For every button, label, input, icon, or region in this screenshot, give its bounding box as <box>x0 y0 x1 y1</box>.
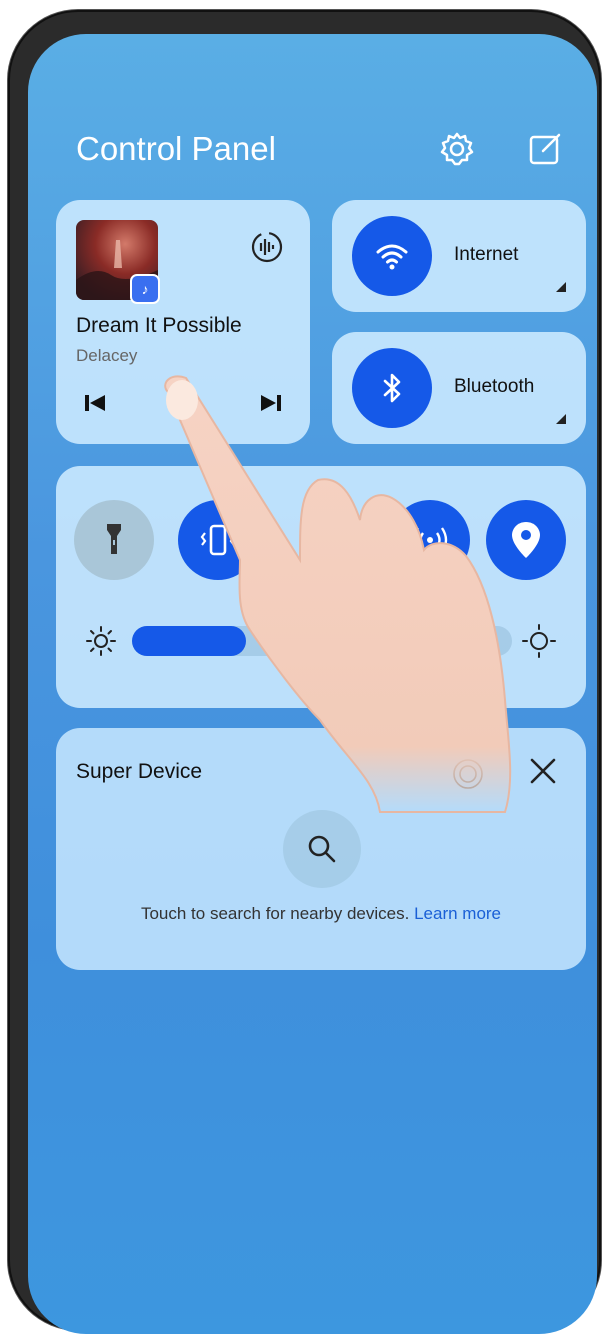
location-icon <box>512 522 540 558</box>
wifi-icon <box>376 244 408 270</box>
tile-bluetooth[interactable]: Bluetooth <box>332 332 586 444</box>
super-device-title: Super Device <box>76 760 203 783</box>
brightness-slider[interactable] <box>132 626 512 656</box>
expand-arrow-icon[interactable] <box>556 282 566 292</box>
tile-label-internet: Internet <box>454 244 519 265</box>
next-track-icon[interactable] <box>256 388 286 418</box>
play-pause-icon[interactable] <box>168 388 198 418</box>
super-device-card: Super Device Touch to search for nearby … <box>56 728 586 970</box>
brightness-low-icon <box>86 626 116 656</box>
edit-icon[interactable] <box>526 130 564 168</box>
page-title: Control Panel <box>76 130 276 167</box>
media-card[interactable]: ♪ Dream It Possible Delacey <box>56 200 310 444</box>
quick-toggles-card <box>56 466 586 708</box>
close-icon[interactable] <box>526 754 560 788</box>
audio-output-icon[interactable] <box>250 230 284 264</box>
expand-arrow-icon[interactable] <box>556 414 566 424</box>
vibrate-icon <box>200 524 236 556</box>
bluetooth-icon <box>383 373 401 403</box>
vibrate-toggle[interactable] <box>178 500 258 580</box>
search-hint: Touch to search for nearby devices. Lear… <box>56 904 586 924</box>
gear-icon[interactable] <box>438 130 476 168</box>
flashlight-toggle[interactable] <box>74 500 154 580</box>
song-title: Dream It Possible <box>76 314 242 337</box>
device-search-button[interactable] <box>283 810 361 888</box>
search-hint-text: Touch to search for nearby devices. <box>140 904 410 923</box>
previous-track-icon[interactable] <box>80 388 110 418</box>
music-app-icon: ♪ <box>130 274 160 304</box>
learn-more-link[interactable]: Learn more <box>414 904 501 923</box>
song-artist: Delacey <box>76 346 138 365</box>
hotspot-icon <box>412 527 448 553</box>
location-toggle[interactable] <box>486 500 566 580</box>
hotspot-toggle[interactable] <box>390 500 470 580</box>
search-icon <box>308 835 336 863</box>
tile-internet[interactable]: Internet <box>332 200 586 312</box>
phone-frame: Control Panel ♪ Dream It Possible Delace… <box>8 10 601 1334</box>
bluetooth-toggle[interactable] <box>352 348 432 428</box>
flashlight-icon <box>107 524 121 554</box>
internet-toggle[interactable] <box>352 216 432 296</box>
control-panel-screen: Control Panel ♪ Dream It Possible Delace… <box>28 34 597 1334</box>
brightness-high-icon <box>522 624 556 658</box>
super-device-radar-icon[interactable] <box>448 754 488 794</box>
brightness-slider-fill <box>132 626 246 656</box>
tile-label-bluetooth: Bluetooth <box>454 376 535 397</box>
